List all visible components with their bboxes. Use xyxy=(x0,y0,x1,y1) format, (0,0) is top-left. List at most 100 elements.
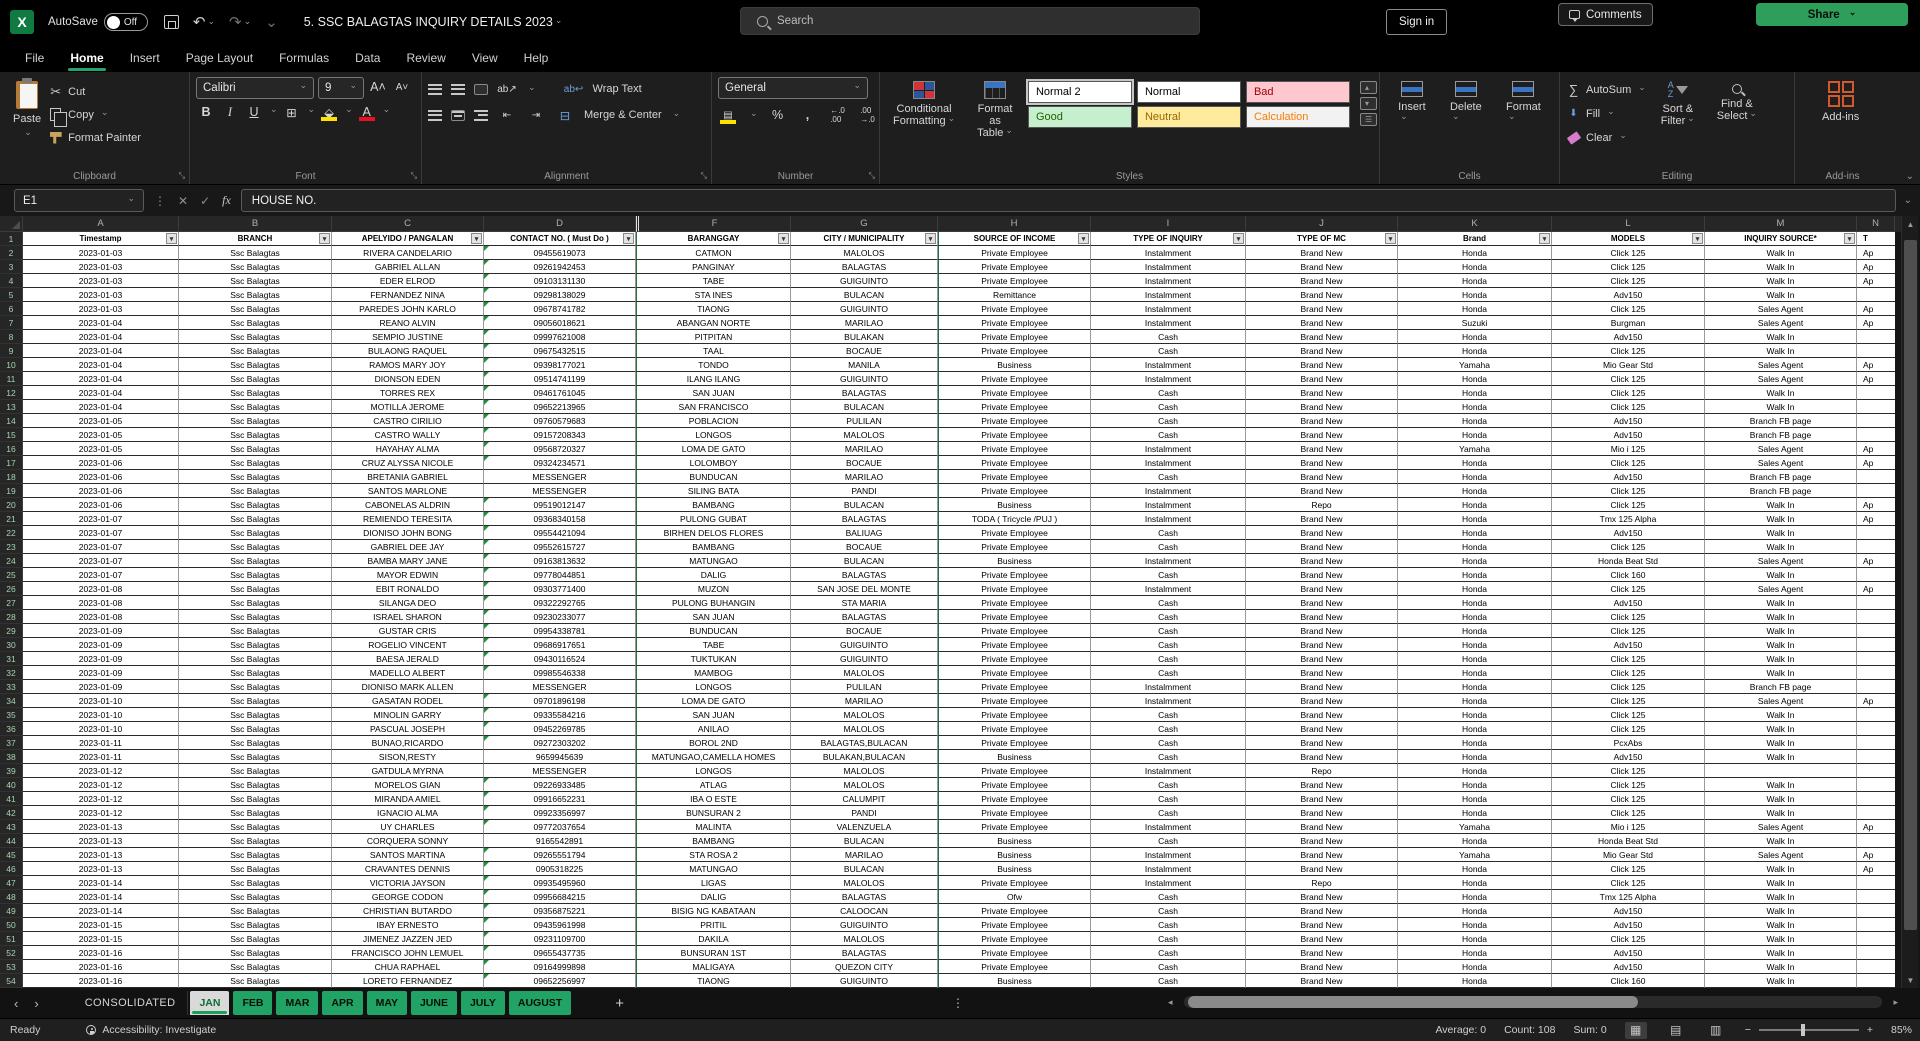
cell[interactable]: GASATAN RODEL xyxy=(332,694,484,708)
cell[interactable]: Honda xyxy=(1398,596,1552,610)
zoom-slider[interactable]: − + xyxy=(1745,1024,1873,1036)
cell[interactable]: Branch FB page xyxy=(1705,470,1857,484)
cell[interactable]: 2023-01-03 xyxy=(23,274,179,288)
column-letter-L[interactable]: L xyxy=(1552,216,1705,232)
cell[interactable]: MALOLOS xyxy=(791,428,938,442)
format-painter-button[interactable]: Format Painter xyxy=(48,127,141,148)
cell[interactable] xyxy=(1857,666,1895,680)
sign-in-button[interactable]: Sign in xyxy=(1386,9,1448,35)
cell[interactable]: SILANGA DEO xyxy=(332,596,484,610)
cell[interactable]: Brand New xyxy=(1246,834,1398,848)
cell[interactable]: 2023-01-09 xyxy=(23,624,179,638)
row-header[interactable]: 18 xyxy=(0,470,23,484)
align-middle-icon[interactable] xyxy=(451,83,465,95)
cell[interactable]: MALOLOS xyxy=(791,932,938,946)
cell[interactable]: MORELOS GIAN xyxy=(332,778,484,792)
cancel-entry-icon[interactable]: ✕ xyxy=(178,194,188,208)
column-letter-G[interactable]: G xyxy=(791,216,938,232)
cell[interactable]: CHUA RAPHAEL xyxy=(332,960,484,974)
cell[interactable]: Brand New xyxy=(1246,456,1398,470)
cell[interactable]: Adv150 xyxy=(1552,288,1705,302)
cell[interactable]: Ssc Balagtas xyxy=(179,596,332,610)
cell[interactable]: 09398177021 xyxy=(484,358,636,372)
cell[interactable]: Honda xyxy=(1398,792,1552,806)
cell[interactable]: Brand New xyxy=(1246,652,1398,666)
cell[interactable] xyxy=(1857,540,1895,554)
clipboard-dialog-launcher[interactable]: ⤡ xyxy=(179,171,185,181)
row-header[interactable]: 21 xyxy=(0,512,23,526)
style-normal[interactable]: Normal xyxy=(1136,81,1241,103)
cell[interactable]: Ap xyxy=(1857,246,1895,260)
cell[interactable]: Adv150 xyxy=(1552,596,1705,610)
page-layout-view-icon[interactable]: ▤ xyxy=(1665,1022,1687,1039)
cell[interactable]: BRETANIA GABRIEL xyxy=(332,470,484,484)
zoom-out-icon[interactable]: − xyxy=(1745,1024,1751,1036)
cell[interactable]: Honda xyxy=(1398,470,1552,484)
customize-qat-icon[interactable]: ⌄ xyxy=(265,13,278,31)
cell[interactable]: Brand New xyxy=(1246,708,1398,722)
comments-button[interactable]: Comments xyxy=(1558,3,1653,26)
column-header[interactable]: T xyxy=(1857,232,1895,246)
cell[interactable]: Brand New xyxy=(1246,512,1398,526)
cell[interactable]: Ssc Balagtas xyxy=(179,526,332,540)
cell[interactable]: SANTOS MARLONE xyxy=(332,484,484,498)
cell[interactable] xyxy=(1857,736,1895,750)
cell[interactable] xyxy=(1857,526,1895,540)
row-header[interactable]: 31 xyxy=(0,652,23,666)
cell[interactable]: MATUNGAO xyxy=(636,554,791,568)
cell[interactable]: Business xyxy=(938,750,1091,764)
cell[interactable]: Honda xyxy=(1398,736,1552,750)
increase-font-icon[interactable]: A˄ xyxy=(368,77,388,97)
align-bottom-icon[interactable] xyxy=(474,83,488,95)
cell[interactable] xyxy=(1857,330,1895,344)
cell[interactable]: 2023-01-10 xyxy=(23,708,179,722)
row-header[interactable]: 15 xyxy=(0,428,23,442)
scroll-right-icon[interactable]: ▸ xyxy=(1893,997,1898,1008)
cell[interactable]: 09368340158 xyxy=(484,512,636,526)
cell[interactable]: Honda xyxy=(1398,666,1552,680)
column-header[interactable]: BARANGGAY ▾ xyxy=(636,232,791,246)
cell[interactable]: ROGELIO VINCENT xyxy=(332,638,484,652)
cell[interactable]: FERNANDEZ NINA xyxy=(332,288,484,302)
cell[interactable]: MALINTA xyxy=(636,820,791,834)
menu-tab-formulas[interactable]: Formulas xyxy=(268,47,340,69)
row-header[interactable]: 27 xyxy=(0,596,23,610)
cell[interactable]: LONGOS xyxy=(636,764,791,778)
share-button[interactable]: Share xyxy=(1756,3,1908,26)
cell[interactable]: Walk In xyxy=(1705,512,1857,526)
cell[interactable] xyxy=(1857,414,1895,428)
cell[interactable] xyxy=(1857,484,1895,498)
row-header[interactable]: 25 xyxy=(0,568,23,582)
cell[interactable]: Honda xyxy=(1398,708,1552,722)
row-header[interactable]: 30 xyxy=(0,638,23,652)
cell[interactable]: SANTOS MARTINA xyxy=(332,848,484,862)
cell[interactable]: IBA O ESTE xyxy=(636,792,791,806)
row-header[interactable]: 40 xyxy=(0,778,23,792)
cell[interactable]: 09686917651 xyxy=(484,638,636,652)
cell[interactable] xyxy=(1857,638,1895,652)
collapse-ribbon-icon[interactable]: ⌄ xyxy=(1906,171,1914,182)
cell[interactable] xyxy=(1705,764,1857,778)
cell[interactable]: 09056018621 xyxy=(484,316,636,330)
cell[interactable]: MESSENGER xyxy=(484,680,636,694)
cell[interactable]: BALAGTAS xyxy=(791,610,938,624)
cell[interactable]: CATMON xyxy=(636,246,791,260)
cell[interactable]: PAREDES JOHN KARLO xyxy=(332,302,484,316)
cell[interactable]: Sales Agent xyxy=(1705,554,1857,568)
cell[interactable]: STA ROSA 2 xyxy=(636,848,791,862)
style-neutral[interactable]: Neutral xyxy=(1136,106,1241,128)
cell[interactable]: 2023-01-09 xyxy=(23,652,179,666)
cell[interactable]: Ssc Balagtas xyxy=(179,330,332,344)
cell[interactable]: 09652213965 xyxy=(484,400,636,414)
cell[interactable]: Instalmment xyxy=(1091,498,1246,512)
cell[interactable]: Brand New xyxy=(1246,946,1398,960)
cell[interactable]: Brand New xyxy=(1246,260,1398,274)
column-letter-N[interactable]: N xyxy=(1857,216,1895,232)
cell[interactable]: Brand New xyxy=(1246,624,1398,638)
cell[interactable] xyxy=(1857,652,1895,666)
cell[interactable]: Cash xyxy=(1091,428,1246,442)
cell[interactable]: Cash xyxy=(1091,330,1246,344)
cell[interactable]: Tmx 125 Alpha xyxy=(1552,890,1705,904)
cell[interactable] xyxy=(1857,932,1895,946)
cell[interactable]: Ssc Balagtas xyxy=(179,302,332,316)
